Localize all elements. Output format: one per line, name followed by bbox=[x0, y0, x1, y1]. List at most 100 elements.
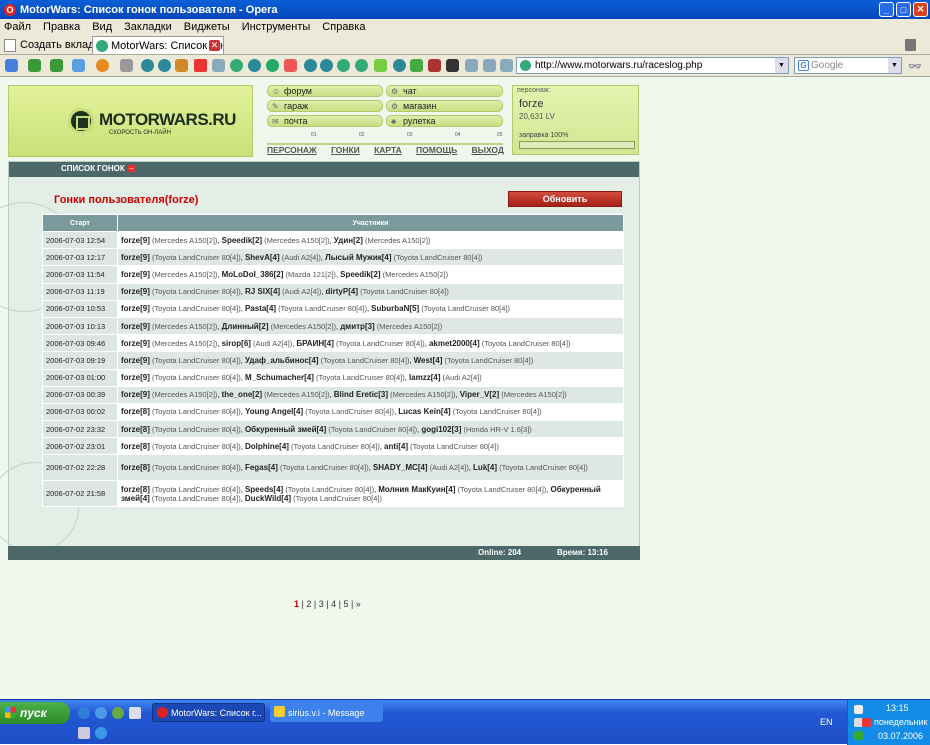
participant-name[interactable]: RJ SIX[4] bbox=[245, 287, 280, 296]
participant-name[interactable]: forze[8] bbox=[121, 485, 150, 494]
participant-name[interactable]: ShevA[4] bbox=[245, 253, 280, 262]
menu-widgets[interactable]: Виджеты bbox=[184, 21, 230, 33]
nav-forum-button[interactable]: ☺ форум bbox=[267, 85, 383, 97]
participant-name[interactable]: forze[8] bbox=[121, 463, 150, 472]
maximize-button[interactable]: □ bbox=[896, 2, 911, 17]
bookmark-icon[interactable] bbox=[483, 59, 496, 72]
participant-name[interactable]: Молния МакКуин[4] bbox=[378, 485, 455, 494]
participant-name[interactable]: Длинный[2] bbox=[222, 322, 269, 331]
participant-name[interactable]: Blind Eretic[3] bbox=[334, 390, 388, 399]
nav-mail-button[interactable]: ✉ почта bbox=[267, 115, 383, 127]
participant-name[interactable]: gogi102[3] bbox=[421, 425, 461, 434]
nav-shop-button[interactable]: ⚙ магазин bbox=[386, 100, 503, 112]
participant-name[interactable]: Lucas Kein[4] bbox=[398, 407, 450, 416]
bookmark-icon[interactable] bbox=[175, 59, 188, 72]
link-exit[interactable]: ВЫХОД bbox=[472, 145, 504, 157]
participant-name[interactable]: forze[9] bbox=[121, 356, 150, 365]
printer-icon[interactable] bbox=[78, 727, 90, 739]
participant-name[interactable]: forze[9] bbox=[121, 287, 150, 296]
page-link-5[interactable]: 5 bbox=[343, 599, 348, 609]
page-link-3[interactable]: 3 bbox=[319, 599, 324, 609]
ie-icon[interactable] bbox=[78, 707, 90, 719]
clock-time[interactable]: 13:15 bbox=[886, 703, 909, 713]
bookmark-icon[interactable] bbox=[304, 59, 317, 72]
media-icon[interactable] bbox=[112, 707, 124, 719]
menu-help[interactable]: Справка bbox=[322, 21, 365, 33]
menu-bookmarks[interactable]: Закладки bbox=[124, 21, 172, 33]
menu-file[interactable]: Файл bbox=[4, 21, 31, 33]
next-page-link[interactable]: » bbox=[356, 599, 361, 609]
participant-name[interactable]: Обкуренный змей[4] bbox=[245, 425, 326, 434]
tab-active[interactable]: MotorWars: Список гон... ✕ bbox=[92, 36, 224, 54]
participant-name[interactable]: Speedik[2] bbox=[222, 236, 262, 245]
participant-name[interactable]: БРАИН[4] bbox=[296, 339, 333, 348]
forward-icon[interactable] bbox=[50, 59, 63, 72]
back-history-icon[interactable] bbox=[5, 59, 18, 72]
new-tab-button[interactable]: Создать вкладку bbox=[4, 37, 105, 53]
glasses-icon[interactable]: 👓 bbox=[908, 60, 922, 73]
participant-name[interactable]: DuckWild[4] bbox=[245, 494, 291, 503]
start-button[interactable]: пуск bbox=[0, 702, 70, 724]
participant-name[interactable]: anti[4] bbox=[384, 442, 408, 451]
language-indicator[interactable]: EN bbox=[820, 717, 833, 727]
participant-name[interactable]: Fegas[4] bbox=[245, 463, 278, 472]
close-tab-icon[interactable]: ✕ bbox=[209, 40, 220, 51]
participant-name[interactable]: West[4] bbox=[414, 356, 443, 365]
participant-name[interactable]: sirop[6] bbox=[222, 339, 251, 348]
link-map[interactable]: КАРТА bbox=[374, 145, 402, 157]
back-icon[interactable] bbox=[28, 59, 41, 72]
document-icon[interactable] bbox=[129, 707, 141, 719]
participant-name[interactable]: forze[9] bbox=[121, 236, 150, 245]
wand-icon[interactable] bbox=[120, 59, 133, 72]
participant-name[interactable]: M_Schumacher[4] bbox=[245, 373, 314, 382]
participant-name[interactable]: Speeds[4] bbox=[245, 485, 283, 494]
participant-name[interactable]: Лысый Мужик[4] bbox=[325, 253, 391, 262]
bookmark-icon[interactable] bbox=[446, 59, 459, 72]
menu-edit[interactable]: Правка bbox=[43, 21, 80, 33]
participant-name[interactable]: forze[9] bbox=[121, 304, 150, 313]
security-icon[interactable] bbox=[862, 718, 871, 727]
participant-name[interactable]: Luk[4] bbox=[473, 463, 497, 472]
participant-name[interactable]: forze[8] bbox=[121, 442, 150, 451]
participant-name[interactable]: dirtyP[4] bbox=[326, 287, 358, 296]
menu-view[interactable]: Вид bbox=[92, 21, 112, 33]
link-character[interactable]: ПЕРСОНАЖ bbox=[267, 145, 317, 157]
participant-name[interactable]: forze[9] bbox=[121, 253, 150, 262]
home-icon[interactable] bbox=[96, 59, 109, 72]
participant-name[interactable]: forze[8] bbox=[121, 425, 150, 434]
network-icon[interactable] bbox=[854, 705, 863, 714]
address-bar[interactable]: http://www.motorwars.ru/raceslog.php ▼ bbox=[516, 57, 789, 74]
persona-name[interactable]: forze bbox=[519, 98, 543, 110]
participant-name[interactable]: MoLoDoI_386[2] bbox=[222, 270, 284, 279]
bookmark-icon[interactable] bbox=[337, 59, 350, 72]
nav-garage-button[interactable]: ✎ гараж bbox=[267, 100, 383, 112]
yandex-icon[interactable] bbox=[194, 59, 207, 72]
link-help[interactable]: ПОМОЩЬ bbox=[416, 145, 457, 157]
globe-icon[interactable] bbox=[95, 727, 107, 739]
page-link-1[interactable]: 1 bbox=[294, 599, 299, 609]
search-input[interactable]: G Google ▼ bbox=[794, 57, 902, 74]
participant-name[interactable]: lamzz[4] bbox=[409, 373, 441, 382]
participant-name[interactable]: Viper_V[2] bbox=[460, 390, 499, 399]
tray-app-icon[interactable] bbox=[854, 731, 863, 740]
task-message[interactable]: sirius.v.i - Message bbox=[270, 703, 383, 722]
participant-name[interactable]: forze[9] bbox=[121, 270, 150, 279]
participant-name[interactable]: Speedik[2] bbox=[340, 270, 380, 279]
nav-roulette-button[interactable]: ♣ рулетка bbox=[386, 115, 503, 127]
link-races[interactable]: ГОНКИ bbox=[331, 145, 360, 157]
participant-name[interactable]: forze[9] bbox=[121, 322, 150, 331]
bookmark-icon[interactable] bbox=[355, 59, 368, 72]
participant-name[interactable]: akmet2000[4] bbox=[429, 339, 480, 348]
participant-name[interactable]: дмитр[3] bbox=[340, 322, 375, 331]
bookmark-icon[interactable] bbox=[212, 59, 225, 72]
participant-name[interactable]: Dolphine[4] bbox=[245, 442, 289, 451]
nav-chat-button[interactable]: ⚙ чат bbox=[386, 85, 503, 97]
bookmark-icon[interactable] bbox=[141, 59, 154, 72]
task-opera[interactable]: MotorWars: Список г... bbox=[152, 703, 265, 722]
participant-name[interactable]: SuburbaN[5] bbox=[371, 304, 419, 313]
participant-name[interactable]: forze[9] bbox=[121, 339, 150, 348]
participant-name[interactable]: forze[9] bbox=[121, 373, 150, 382]
bookmark-icon[interactable] bbox=[500, 59, 513, 72]
close-button[interactable]: ✕ bbox=[913, 2, 928, 17]
site-logo[interactable]: MOTORWARS.RU СКОРОСТЬ ОН-ЛАЙН bbox=[8, 85, 253, 157]
